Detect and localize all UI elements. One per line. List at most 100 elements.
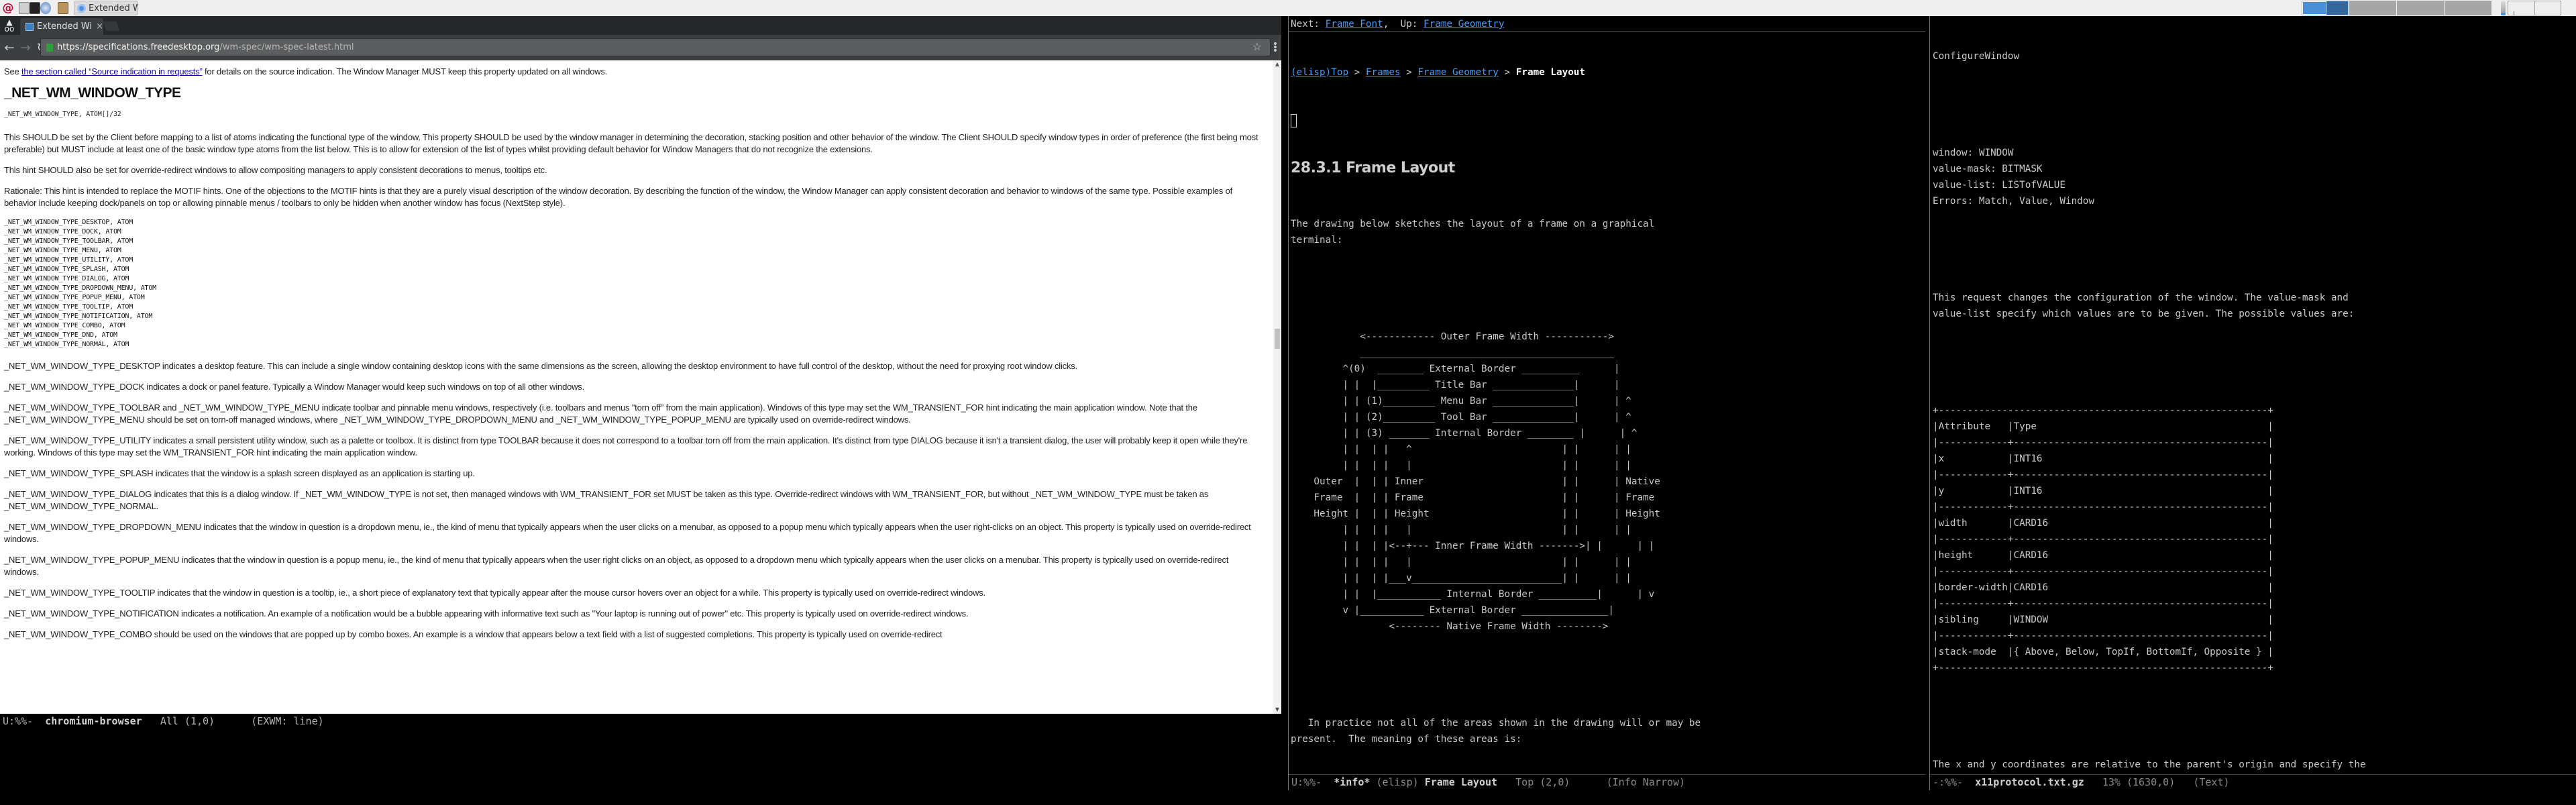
type-description: _NET_WM_WINDOW_TYPE_POPUP_MENU indicates… [4, 555, 1229, 577]
atom-list-item: _NET_WM_WINDOW_TYPE_DROPDOWN_MENU, ATOM [4, 284, 156, 292]
breadcrumb: (elisp)Top > Frames > Frame Geometry > F… [1291, 67, 1586, 78]
breadcrumb-frames[interactable]: Frames [1366, 67, 1401, 78]
type-description: _NET_WM_WINDOW_TYPE_COMBO should be used… [4, 629, 943, 639]
atom-list-item: _NET_WM_WINDOW_TYPE_MENU, ATOM [4, 247, 121, 254]
table-separator: |------------+--------------------------… [1933, 631, 2273, 641]
type-description: _NET_WM_WINDOW_TYPE_DROPDOWN_MENU indica… [4, 522, 1251, 544]
breadcrumb-frame-geometry[interactable]: Frame Geometry [1417, 67, 1499, 78]
folder-icon[interactable] [58, 2, 68, 14]
browser-menu-icon[interactable]: • • • [1271, 40, 1280, 56]
intro-paragraph: See the section called “Source indicatio… [4, 66, 608, 76]
type-description: _NET_WM_WINDOW_TYPE_DIALOG indicates tha… [4, 489, 1209, 511]
taskbar-button-label: Extended Wi... [89, 3, 138, 13]
source-indication-link[interactable]: the section called “Source indication in… [21, 66, 203, 76]
web-browser-icon[interactable] [40, 2, 51, 14]
taskbar-button-browser[interactable]: Extended Wi... [74, 1, 138, 15]
chromium-icon [77, 3, 86, 13]
workspace-pager [2302, 1, 2491, 15]
close-tab-icon[interactable]: × [96, 21, 103, 32]
table-separator: |------------+--------------------------… [1933, 437, 2273, 448]
scrollbar-thumb[interactable] [1275, 329, 1280, 349]
attribute-table: +---------------------------------------… [1933, 402, 2574, 676]
volume-icon[interactable] [2501, 1, 2506, 15]
atom-list-item: _NET_WM_WINDOW_TYPE_NORMAL, ATOM [4, 341, 129, 348]
table-row: |x |INT16 | [1933, 453, 2273, 464]
atom-list-item: _NET_WM_WINDOW_TYPE_UTILITY, ATOM [4, 256, 133, 264]
table-row: |height |CARD16 | [1933, 550, 2273, 561]
type-description: _NET_WM_WINDOW_TYPE_UTILITY indicates a … [4, 435, 1248, 458]
type-description: _NET_WM_WINDOW_TYPE_TOOLBAR and _NET_WM_… [4, 402, 1197, 425]
address-bar[interactable]: https://specifications.freedesktop.org/w… [40, 38, 1271, 56]
paragraph: This SHOULD be set by the Client before … [4, 132, 1258, 154]
practice-paragraph: In practice not all of the areas shown i… [1291, 718, 1701, 745]
atom-list: _NET_WM_WINDOW_TYPE_DESKTOP, ATOM _NET_WM… [4, 218, 1265, 350]
tab-extended-window[interactable]: Extended Window × [20, 18, 103, 35]
request-args: window: WINDOW value-mask: BITMASK value… [1933, 148, 2095, 207]
node-title: 28.3.1 Frame Layout [1291, 160, 1455, 176]
frame-layout-diagram: <------------ Outer Frame Width --------… [1313, 331, 1660, 632]
breadcrumb-top[interactable]: (elisp)Top [1291, 67, 1348, 78]
table-row: |border-width|CARD16 | [1933, 582, 2273, 593]
url-text: https://specifications.freedesktop.org/w… [57, 42, 354, 52]
type-description: _NET_WM_WINDOW_TYPE_TOOLTIP indicates th… [4, 588, 985, 598]
back-arrow-icon[interactable]: ← [4, 41, 15, 55]
atom-list-item: _NET_WM_WINDOW_TYPE_DOCK, ATOM [4, 228, 121, 235]
desktop-panel: @ Extended Wi... [0, 0, 2576, 16]
section-heading: _NET_WM_WINDOW_TYPE [4, 85, 181, 101]
incognito-icon: ▲ oo [4, 17, 15, 34]
next-node-link[interactable]: Frame Font [1326, 19, 1383, 30]
table-border: +---------------------------------------… [1933, 405, 2273, 416]
atom-list-item: _NET_WM_WINDOW_TYPE_DND, ATOM [4, 331, 117, 339]
chromium-modeline: U:%%- chromium-browser All (1,0) (EXWM: … [0, 714, 1281, 729]
request-name: ConfigureWindow [1933, 51, 2020, 62]
atom-list-item: _NET_WM_WINDOW_TYPE_DESKTOP, ATOM [4, 219, 133, 226]
request-intro: This request changes the configuration o… [1933, 292, 2355, 319]
page-content: See the section called “Source indicatio… [4, 66, 1265, 649]
type-description: _NET_WM_WINDOW_TYPE_DOCK indicates a doc… [4, 382, 585, 392]
table-separator: |------------+--------------------------… [1933, 566, 2273, 577]
minibuffer[interactable] [0, 790, 2576, 805]
workspace-4[interactable] [2445, 1, 2491, 15]
file-cabinet-icon[interactable] [19, 2, 30, 14]
text-cursor [1291, 114, 1297, 127]
paragraph: Rationale: This hint is intended to repl… [4, 186, 1233, 208]
chromium-window: ▲oo Extended Window × ← → ↻ https://spec… [0, 16, 1281, 714]
breadcrumb-current: Frame Layout [1515, 67, 1586, 78]
workspace-1[interactable] [2302, 1, 2349, 15]
scroll-down-arrow-icon[interactable]: ▼ [1273, 706, 1281, 714]
table-border: +---------------------------------------… [1933, 663, 2273, 674]
paragraph: This hint SHOULD also be set for overrid… [4, 165, 547, 175]
browser-toolbar: ← → ↻ https://specifications.freedesktop… [0, 35, 1281, 60]
info-modeline: U:%%- *info* (elisp) Frame Layout Top (2… [1289, 774, 1925, 789]
page-scrollbar[interactable]: ▲ ▼ [1273, 60, 1281, 714]
web-page: See the section called “Source indicatio… [0, 60, 1281, 714]
favicon-icon [25, 22, 34, 31]
tab-strip: ▲oo Extended Window × [0, 16, 1281, 35]
table-separator: |------------+--------------------------… [1933, 534, 2273, 545]
workspace-3[interactable] [2397, 1, 2444, 15]
atom-list-item: _NET_WM_WINDOW_TYPE_NOTIFICATION, ATOM [4, 313, 153, 320]
workspace-2[interactable] [2349, 1, 2396, 15]
empty-area [0, 729, 1281, 790]
atom-list-item: _NET_WM_WINDOW_TYPE_COMBO, ATOM [4, 322, 125, 329]
debian-menu-icon[interactable]: @ [1, 1, 15, 15]
up-node-link[interactable]: Frame Geometry [1424, 19, 1505, 30]
cpu-monitor-graph [2508, 1, 2561, 15]
atom-list-item: _NET_WM_WINDOW_TYPE_TOOLTIP, ATOM [4, 303, 133, 311]
property-signature: _NET_WM_WINDOW_TYPE, ATOM[]/32 [4, 111, 121, 118]
atom-list-item: _NET_WM_WINDOW_TYPE_SPLASH, ATOM [4, 266, 129, 273]
x11-text: ConfigureWindow window: WINDOW value-mas… [1933, 16, 2574, 790]
type-description: _NET_WM_WINDOW_TYPE_NOTIFICATION indicat… [4, 608, 969, 619]
table-row: |width |CARD16 | [1933, 518, 2273, 529]
table-header-row: |Attribute |Type | [1933, 421, 2273, 432]
table-row: |y |INT16 | [1933, 486, 2273, 496]
info-body: (elisp)Top > Frames > Frame Geometry > F… [1291, 32, 1921, 790]
terminal-icon[interactable] [30, 2, 40, 14]
bookmark-star-icon[interactable]: ☆ [1252, 40, 1262, 53]
atom-list-item: _NET_WM_WINDOW_TYPE_TOOLBAR, ATOM [4, 237, 133, 245]
lock-icon [46, 43, 53, 52]
table-separator: |------------+--------------------------… [1933, 502, 2273, 513]
forward-arrow-icon[interactable]: → [20, 41, 31, 55]
new-tab-button[interactable] [103, 21, 120, 31]
scroll-up-arrow-icon[interactable]: ▲ [1273, 60, 1281, 68]
